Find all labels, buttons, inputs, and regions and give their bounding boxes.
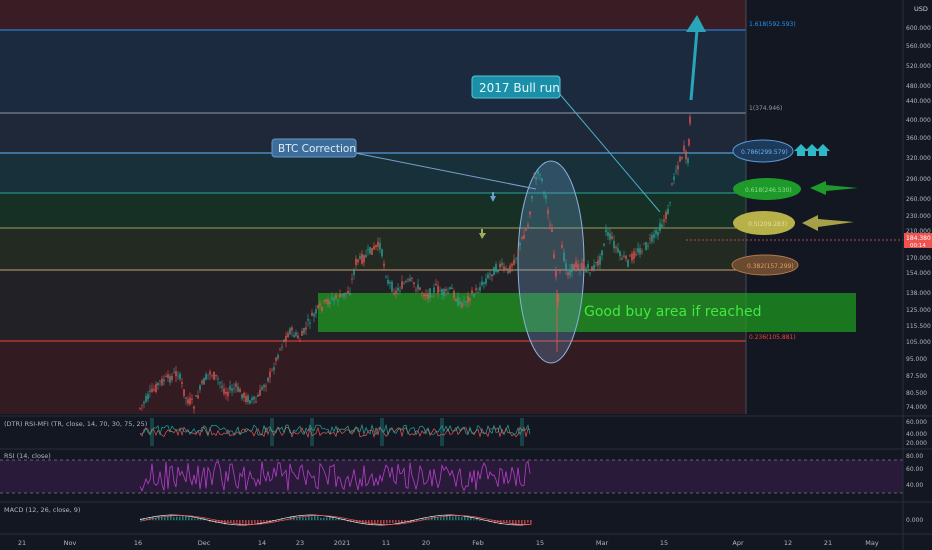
dtr-tick-20: 20.000 xyxy=(906,440,927,447)
time-tick: 14 xyxy=(258,539,266,547)
time-tick: 21 xyxy=(824,539,832,547)
rsi-tick-60: 60.00 xyxy=(906,466,923,473)
time-tick: Apr xyxy=(732,539,744,547)
time-tick: Mar xyxy=(596,539,609,547)
currency-label: USD xyxy=(914,5,928,13)
chart-canvas[interactable]: 1.618(592.593) 1(374.946) 0.236(105.881)… xyxy=(0,0,932,550)
rsi-tick-80: 80.00 xyxy=(906,453,923,460)
price-tick: 600.000 xyxy=(906,25,931,32)
buy-area-label: Good buy area if reached xyxy=(584,304,761,320)
price-axis[interactable]: 600.000 560.000 520.000 480.000 440.000 400.0… xyxy=(906,25,931,411)
svg-text:0.382(157.299): 0.382(157.299) xyxy=(747,263,794,270)
price-tick: 440.000 xyxy=(906,98,931,105)
fib-badge-0786[interactable]: 0.786(299.579) xyxy=(732,139,794,163)
price-tick: 260.000 xyxy=(906,196,931,203)
fib-label-1: 1(374.946) xyxy=(749,105,782,112)
price-tick: 290.000 xyxy=(906,176,931,183)
fib-zones xyxy=(0,0,746,414)
price-tick: 480.000 xyxy=(906,83,931,90)
dtr-title: (DTR) RSI-MFI (TR, close, 14, 70, 30, 75… xyxy=(4,420,147,428)
rsi-title: RSI (14, close) xyxy=(4,452,51,460)
price-tick: 74.000 xyxy=(906,404,927,411)
rsi-pane[interactable]: RSI (14, close) 80.00 60.00 40.00 xyxy=(0,448,932,494)
correction-ellipse[interactable] xyxy=(517,160,585,364)
arrow-left-olive-icon xyxy=(802,215,854,231)
price-tick: 115.500 xyxy=(906,323,931,330)
price-tick: 87.500 xyxy=(906,373,927,380)
fib-badge-0382[interactable]: 0.382(157.299) xyxy=(731,254,799,276)
macd-pane[interactable]: MACD (12, 26, close, 9) 0.000 xyxy=(0,501,932,526)
price-tick: 170.000 xyxy=(906,255,931,262)
time-tick: Feb xyxy=(472,539,484,547)
time-tick: Nov xyxy=(64,539,77,547)
marker-down-stem-green xyxy=(481,229,483,233)
time-tick: 2021 xyxy=(334,539,351,547)
time-tick: 16 xyxy=(134,539,142,547)
price-tick: 80.500 xyxy=(906,390,927,397)
correction-callout-text: BTC Correction xyxy=(278,143,356,155)
macd-tick-0: 0.000 xyxy=(906,517,923,524)
svg-text:0.5(209.283): 0.5(209.283) xyxy=(748,221,787,228)
marker-down-stem xyxy=(492,192,494,196)
dtr-tick-60: 60.000 xyxy=(906,419,927,426)
fib-badge-05[interactable]: 0.5(209.283) xyxy=(733,211,795,235)
time-tick: 15 xyxy=(536,539,544,547)
price-tick: 320.000 xyxy=(906,155,931,162)
fib-label-0236: 0.236(105.881) xyxy=(749,334,796,341)
bull-run-callout-text: 2017 Bull run xyxy=(479,81,560,95)
time-tick: 20 xyxy=(422,539,430,547)
macd-title: MACD (12, 26, close, 9) xyxy=(4,506,80,514)
price-tick: 138.000 xyxy=(906,290,931,297)
time-tick: May xyxy=(865,539,879,547)
price-tick: 105.000 xyxy=(906,339,931,346)
dtr-pane[interactable]: (DTR) RSI-MFI (TR, close, 14, 70, 30, 75… xyxy=(0,415,932,448)
price-tick: 560.000 xyxy=(906,43,931,50)
price-tick: 360.000 xyxy=(906,135,931,142)
time-tick: 21 xyxy=(18,539,26,547)
time-axis[interactable]: 21 Nov 16 Dec 14 23 2021 11 20 Feb 15 Mar 15 Apr 12 21 M… xyxy=(18,539,879,547)
time-tick: 12 xyxy=(784,539,792,547)
time-tick: 15 xyxy=(660,539,668,547)
price-tick: 230.000 xyxy=(906,213,931,220)
time-tick: 11 xyxy=(382,539,390,547)
price-tick: 400.000 xyxy=(906,117,931,124)
price-tick: 520.000 xyxy=(906,63,931,70)
arrow-left-green-icon xyxy=(810,181,858,195)
svg-text:0.786(299.579): 0.786(299.579) xyxy=(741,149,788,156)
time-tick: 23 xyxy=(296,539,304,547)
fib-label-1618: 1.618(592.593) xyxy=(749,21,796,28)
last-price-countdown: 00:14 xyxy=(910,243,926,249)
fib-badge-0618[interactable]: 0.618(246.530) xyxy=(733,178,801,200)
last-price-value: 184.380 xyxy=(906,235,931,242)
price-tick: 125.000 xyxy=(906,307,931,314)
triple-up-arrow-icon xyxy=(794,144,830,156)
dtr-tick-40: 40.000 xyxy=(906,431,927,438)
price-tick: 95.000 xyxy=(906,356,927,363)
rsi-tick-40: 40.00 xyxy=(906,482,923,489)
price-tick: 154.000 xyxy=(906,270,931,277)
svg-text:0.618(246.530): 0.618(246.530) xyxy=(745,187,792,194)
time-tick: Dec xyxy=(198,539,211,547)
